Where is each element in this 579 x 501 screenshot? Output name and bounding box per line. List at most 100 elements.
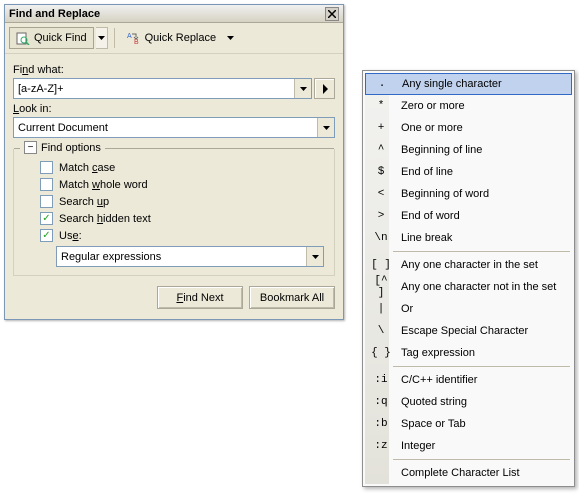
menu-item[interactable]: :bSpace or Tab	[365, 413, 572, 435]
menu-item[interactable]: +One or more	[365, 117, 572, 139]
menu-item-symbol: { }	[369, 347, 393, 359]
menu-item-label: End of line	[393, 166, 453, 178]
search-up-label: Search up	[59, 196, 109, 208]
menu-item-label: Any one character not in the set	[393, 281, 556, 293]
dialog-body: Find what: Look in: Current Document	[5, 54, 343, 319]
toolbar-separator	[114, 28, 115, 48]
menu-separator	[393, 366, 570, 367]
svg-text:B: B	[134, 39, 139, 45]
menu-item[interactable]: \nLine break	[365, 227, 572, 249]
find-what-input[interactable]	[14, 79, 294, 98]
menu-separator	[393, 459, 570, 460]
collapse-options-button[interactable]: −	[24, 141, 37, 154]
menu-item[interactable]: [ ]Any one character in the set	[365, 254, 572, 276]
quick-find-dropdown[interactable]	[96, 27, 108, 49]
menu-item-label: Any one character in the set	[393, 259, 538, 271]
menu-item-label: Zero or more	[393, 100, 465, 112]
look-in-label: Look in:	[13, 103, 335, 115]
menu-item-symbol: ^	[369, 144, 393, 156]
svg-text:A: A	[127, 33, 132, 40]
titlebar[interactable]: Find and Replace	[5, 5, 343, 23]
menu-item-symbol: \n	[369, 232, 393, 244]
look-in-value: Current Document	[14, 118, 317, 137]
menu-item-symbol: <	[369, 188, 393, 200]
quick-replace-button[interactable]: AB Quick Replace	[121, 27, 223, 49]
whole-word-checkbox[interactable]	[40, 178, 53, 191]
menu-item-symbol: $	[369, 166, 393, 178]
search-up-checkbox[interactable]	[40, 195, 53, 208]
match-case-label: Match case	[59, 162, 115, 174]
menu-separator	[393, 251, 570, 252]
menu-item[interactable]: <Beginning of word	[365, 183, 572, 205]
menu-item-symbol: +	[369, 122, 393, 134]
look-in-combo[interactable]: Current Document	[13, 117, 335, 138]
quick-replace-label: Quick Replace	[145, 32, 217, 44]
find-replace-dialog: Find and Replace Quick Find AB Quick Rep…	[4, 4, 344, 320]
use-label: Use:	[59, 230, 82, 242]
quick-replace-dropdown[interactable]	[224, 36, 236, 40]
menu-item-label: Escape Special Character	[393, 325, 528, 337]
menu-item[interactable]: ^Beginning of line	[365, 139, 572, 161]
quick-find-button[interactable]: Quick Find	[9, 27, 94, 49]
menu-item-symbol: :b	[369, 418, 393, 430]
menu-item-symbol: :q	[369, 396, 393, 408]
menu-item-symbol: \	[369, 325, 393, 337]
menu-item-label: Or	[393, 303, 413, 315]
whole-word-label: Match whole word	[59, 179, 148, 191]
menu-item-symbol: *	[369, 100, 393, 112]
menu-item-label: C/C++ identifier	[393, 374, 477, 386]
menu-item-label: One or more	[393, 122, 463, 134]
find-options-label: Find options	[41, 142, 101, 154]
menu-item-symbol: :z	[369, 440, 393, 452]
menu-item[interactable]: :qQuoted string	[365, 391, 572, 413]
find-next-button[interactable]: Find Next	[157, 286, 243, 309]
menu-item-label: Beginning of line	[393, 144, 482, 156]
find-what-combo[interactable]	[13, 78, 312, 99]
regex-menu: .Any single character*Zero or more+One o…	[362, 70, 575, 487]
menu-item-symbol: [ ]	[369, 259, 393, 271]
expression-builder-button[interactable]	[314, 78, 335, 99]
find-options-group: − Find options Match case Match whole wo…	[13, 148, 335, 276]
find-what-dropdown[interactable]	[294, 79, 311, 98]
menu-item-symbol: :i	[369, 374, 393, 386]
menu-item-label: Beginning of word	[393, 188, 489, 200]
look-in-dropdown[interactable]	[317, 118, 334, 137]
menu-item[interactable]: >End of word	[365, 205, 572, 227]
menu-item[interactable]: *Zero or more	[365, 95, 572, 117]
use-value: Regular expressions	[57, 247, 306, 266]
menu-item[interactable]: $End of line	[365, 161, 572, 183]
use-combo[interactable]: Regular expressions	[56, 246, 324, 267]
use-dropdown[interactable]	[306, 247, 323, 266]
close-button[interactable]	[325, 7, 339, 21]
hidden-text-checkbox[interactable]: ✓	[40, 212, 53, 225]
toolbar: Quick Find AB Quick Replace	[5, 23, 343, 54]
menu-item-label: Quoted string	[393, 396, 467, 408]
menu-item[interactable]: :zInteger	[365, 435, 572, 457]
menu-item-symbol: >	[369, 210, 393, 222]
menu-item-symbol: [^ ]	[369, 275, 393, 299]
menu-item[interactable]: { }Tag expression	[365, 342, 572, 364]
menu-item-label: End of word	[393, 210, 460, 222]
match-case-checkbox[interactable]	[40, 161, 53, 174]
bookmark-all-button[interactable]: Bookmark All	[249, 286, 335, 309]
hidden-text-label: Search hidden text	[59, 213, 151, 225]
menu-item[interactable]: :iC/C++ identifier	[365, 369, 572, 391]
menu-item[interactable]: .Any single character	[365, 73, 572, 95]
find-what-label: Find what:	[13, 64, 335, 76]
menu-item-label: Line break	[393, 232, 452, 244]
menu-item-label: Complete Character List	[393, 467, 520, 479]
menu-item[interactable]: |Or	[365, 298, 572, 320]
menu-item[interactable]: Complete Character List	[365, 462, 572, 484]
menu-items: .Any single character*Zero or more+One o…	[365, 73, 572, 484]
find-icon	[16, 31, 30, 45]
quick-find-label: Quick Find	[34, 32, 87, 44]
menu-item[interactable]: \Escape Special Character	[365, 320, 572, 342]
use-checkbox[interactable]: ✓	[40, 229, 53, 242]
menu-item[interactable]: [^ ]Any one character not in the set	[365, 276, 572, 298]
menu-item-symbol: |	[369, 303, 393, 315]
menu-item-label: Space or Tab	[393, 418, 466, 430]
window-title: Find and Replace	[9, 8, 100, 20]
replace-icon: AB	[127, 31, 141, 45]
menu-item-label: Any single character	[394, 78, 502, 90]
menu-item-symbol: .	[370, 78, 394, 90]
